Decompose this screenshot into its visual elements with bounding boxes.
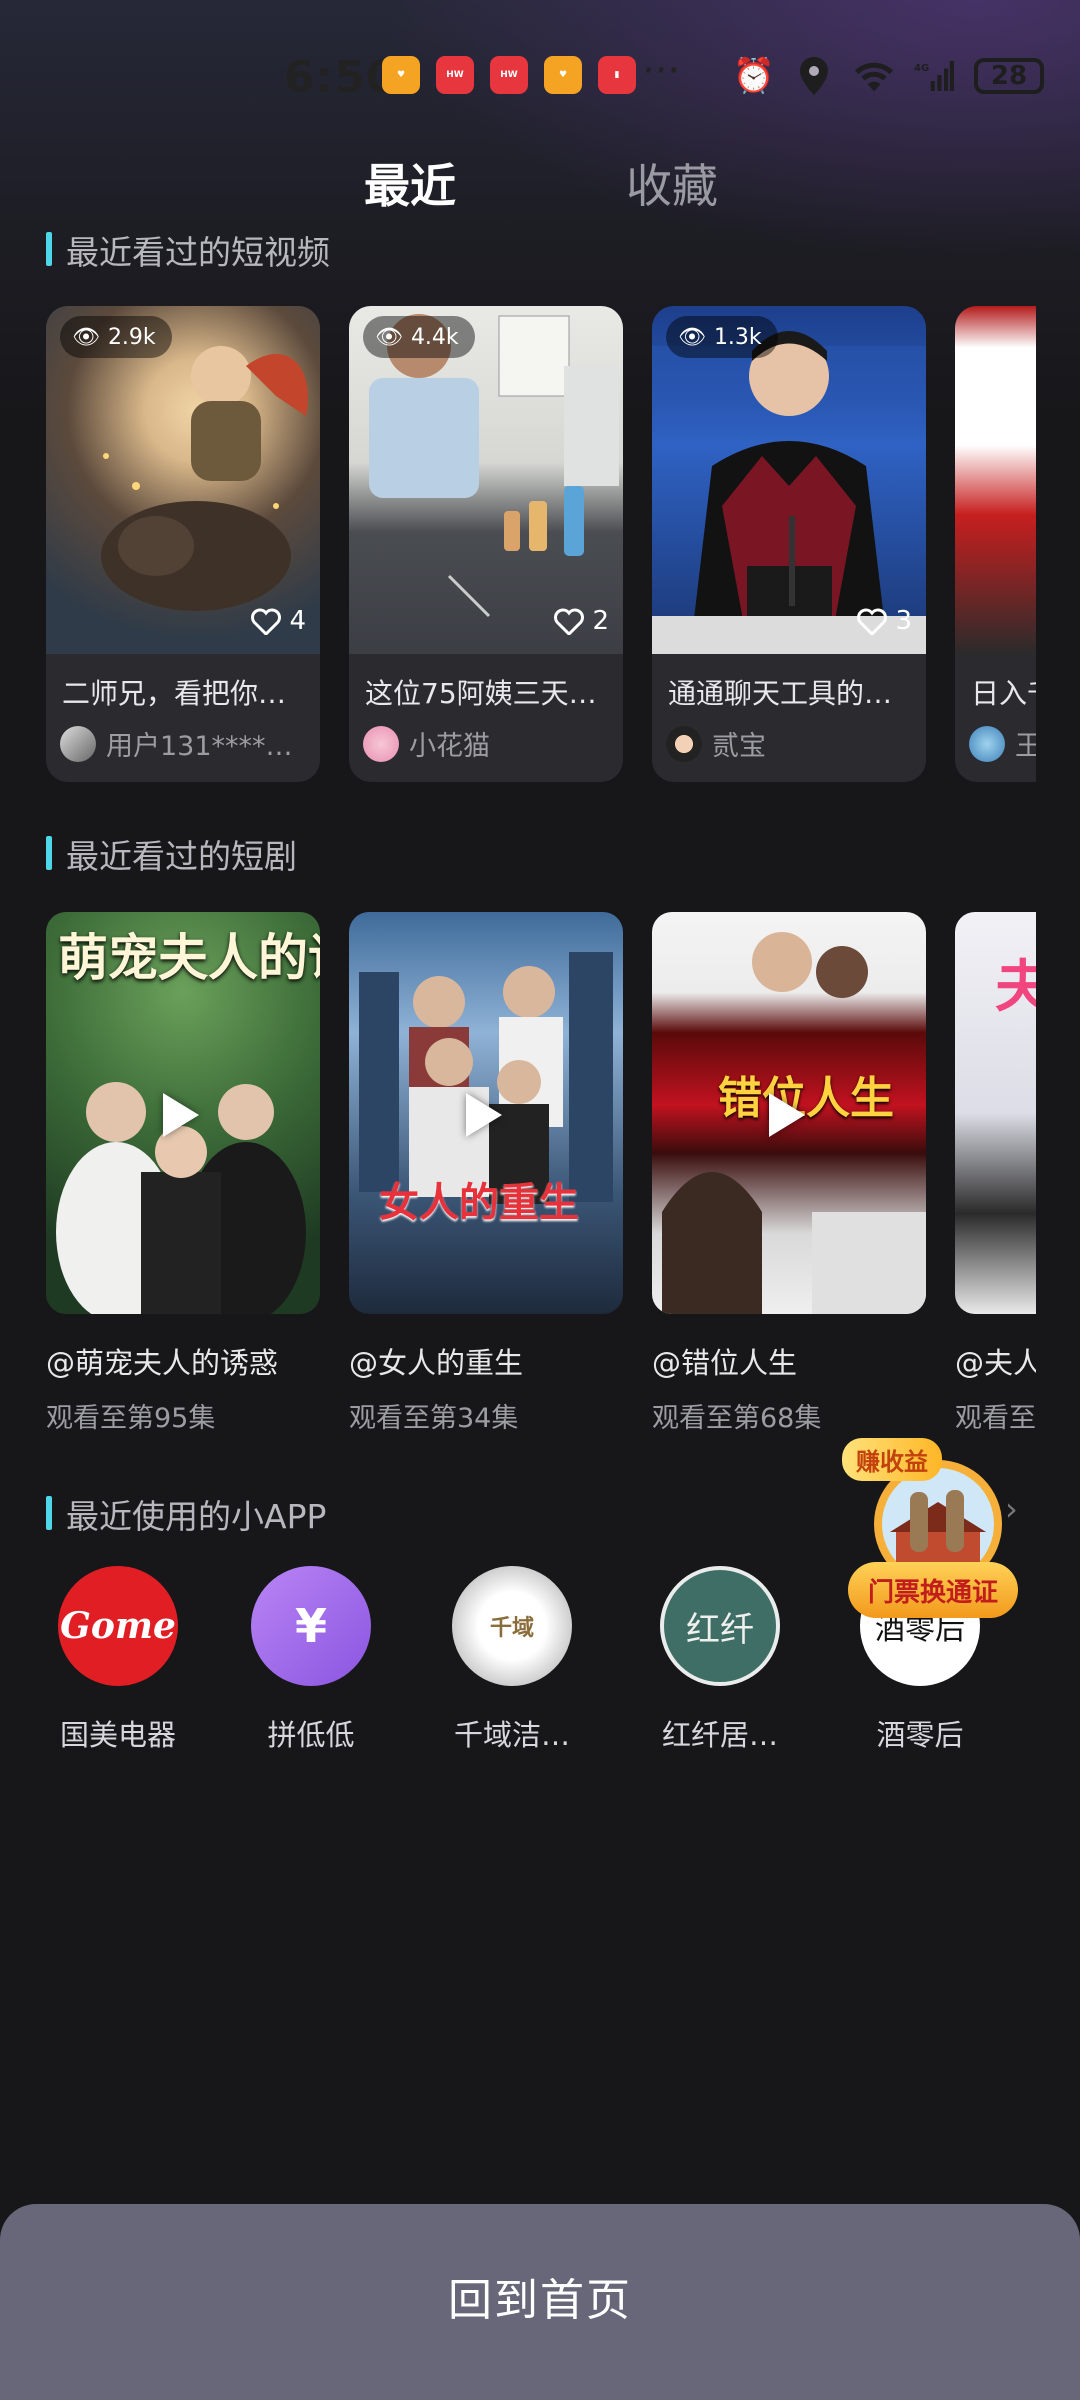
mini-app-label: 国美电器	[59, 1718, 176, 1752]
notification-icons: ♥ HW HW ♥ ▮	[382, 56, 636, 94]
heart-icon	[857, 608, 888, 635]
section-title-short-videos: 最近看过的短视频	[46, 226, 330, 274]
drama-name: @错位人生	[652, 1346, 798, 1380]
video-thumbnail	[652, 306, 926, 654]
mini-app-label: 酒零后	[876, 1718, 964, 1752]
poster-title: 女人的重生	[379, 1180, 579, 1226]
status-bar: 6:50 ♥ HW HW ♥ ▮ ··· ⏰ 4G 28	[0, 42, 1080, 122]
play-icon	[466, 1093, 502, 1137]
back-to-home-button[interactable]: 回到首页	[0, 2204, 1080, 2400]
huawei-store-icon: HW	[436, 56, 474, 94]
video-title: 这位75阿姨三天…	[365, 677, 597, 710]
poster-title: 错位人生	[718, 1073, 894, 1124]
drama-poster: 错位人生	[652, 912, 926, 1314]
view-count-badge: 👁 2.9k	[60, 316, 172, 358]
play-icon	[163, 1093, 199, 1137]
video-card[interactable]: 👁 4.4k 2 这位75阿姨三天… 小花猫	[349, 306, 623, 782]
avatar	[363, 725, 399, 762]
short-drama-list[interactable]: 萌宠夫人的诱惑 @萌宠夫人的诱惑 观看至第95集 女人的重生 @女人的重生	[46, 912, 1036, 1432]
video-title: 通通聊天工具的…	[668, 677, 893, 710]
drama-name: @女人的重生	[349, 1346, 524, 1380]
video-card[interactable]: 👁 2.9k 4 二师兄，看把你… 用户131****…	[46, 306, 320, 782]
heart-icon	[251, 608, 282, 635]
avatar	[666, 725, 702, 762]
huawei-store-icon: HW	[490, 56, 528, 94]
video-author: 贰宝	[666, 724, 916, 763]
promo-button[interactable]: 门票换通证	[848, 1562, 1018, 1618]
drama-progress: 观看至第34集	[349, 1403, 519, 1432]
like-count: 3	[857, 606, 912, 636]
eye-icon: 👁	[678, 324, 706, 350]
video-thumbnail	[955, 306, 1036, 654]
back-to-home-label: 回到首页	[448, 2275, 632, 2326]
mini-app-hongxian[interactable]: 红纤 红纤居…	[630, 1566, 810, 1754]
location-icon	[794, 56, 834, 96]
tab-favorites[interactable]: 收藏	[626, 150, 718, 216]
mini-app-gome[interactable]: Gome 国美电器	[28, 1566, 208, 1754]
like-count: 2	[554, 606, 609, 636]
drama-progress: 观看至	[955, 1403, 1036, 1432]
video-author: 王	[969, 724, 1036, 763]
pindidi-icon: ¥	[251, 1566, 371, 1686]
alarm-icon: ⏰	[732, 56, 776, 96]
short-video-list[interactable]: 👁 2.9k 4 二师兄，看把你… 用户131****… 👁 4.4k 2 这位…	[46, 306, 1036, 786]
video-thumbnail	[46, 306, 320, 654]
promo-top-label: 赚收益	[842, 1438, 942, 1481]
signal-icon: 4G	[914, 56, 954, 96]
drama-poster: 女人的重生	[349, 912, 623, 1314]
drama-progress: 观看至第68集	[652, 1403, 822, 1432]
drama-name: @夫人	[955, 1346, 1036, 1380]
drama-poster: 夫	[955, 912, 1036, 1314]
svg-text:4G: 4G	[914, 63, 929, 74]
mini-app-pindidi[interactable]: ¥ 拼低低	[221, 1566, 401, 1754]
gome-icon: Gome	[58, 1566, 178, 1686]
mini-app-label: 拼低低	[267, 1718, 355, 1752]
view-count-badge: 👁 4.4k	[363, 316, 475, 358]
video-title: 日入千	[971, 677, 1036, 710]
eye-icon: 👁	[375, 324, 403, 350]
heart-icon	[554, 608, 585, 635]
more-notifications-icon: ···	[642, 48, 681, 94]
poster-title: 夫	[995, 955, 1036, 1020]
play-icon	[769, 1093, 805, 1137]
video-author: 用户131****…	[60, 724, 310, 763]
video-thumbnail	[349, 306, 623, 654]
avatar	[969, 725, 1005, 762]
like-count: 4	[251, 606, 306, 636]
eye-icon: 👁	[72, 324, 100, 350]
section-title-short-dramas: 最近看过的短剧	[46, 830, 297, 878]
mini-app-label: 红纤居…	[661, 1718, 778, 1752]
qianyu-icon: 千域	[452, 1566, 572, 1686]
video-author: 小花猫	[363, 724, 613, 763]
drama-poster: 萌宠夫人的诱惑	[46, 912, 320, 1314]
battery-indicator: 28	[974, 58, 1044, 94]
promo-floating-widget[interactable]: 赚收益 门票换通证	[838, 1432, 1028, 1632]
poster-title: 萌宠夫人的诱惑	[58, 929, 320, 987]
app-notification-icon: ♥	[382, 56, 420, 94]
app-notification-icon: ♥	[544, 56, 582, 94]
tab-recent[interactable]: 最近	[364, 150, 456, 216]
video-title: 二师兄，看把你…	[62, 677, 287, 710]
mini-app-qianyu[interactable]: 千域 千域洁…	[422, 1566, 602, 1754]
drama-name: @萌宠夫人的诱惑	[46, 1346, 279, 1380]
video-card[interactable]: 👁 1.3k 3 通通聊天工具的… 贰宝	[652, 306, 926, 782]
drama-progress: 观看至第95集	[46, 1403, 216, 1432]
section-title-mini-apps: 最近使用的小APP	[46, 1490, 326, 1538]
book-icon: ▮	[598, 56, 636, 94]
mini-app-label: 千域洁…	[453, 1718, 570, 1752]
wifi-icon	[854, 56, 894, 96]
hongxian-icon: 红纤	[660, 1566, 780, 1686]
avatar	[60, 725, 96, 762]
system-icons: ⏰ 4G 28	[732, 56, 1044, 96]
status-time: 6:50	[284, 52, 398, 103]
video-card[interactable]: 日入千 王	[955, 306, 1036, 782]
promo-close-icon[interactable]: ›	[1005, 1490, 1018, 1528]
view-count-badge: 👁 1.3k	[666, 316, 778, 358]
